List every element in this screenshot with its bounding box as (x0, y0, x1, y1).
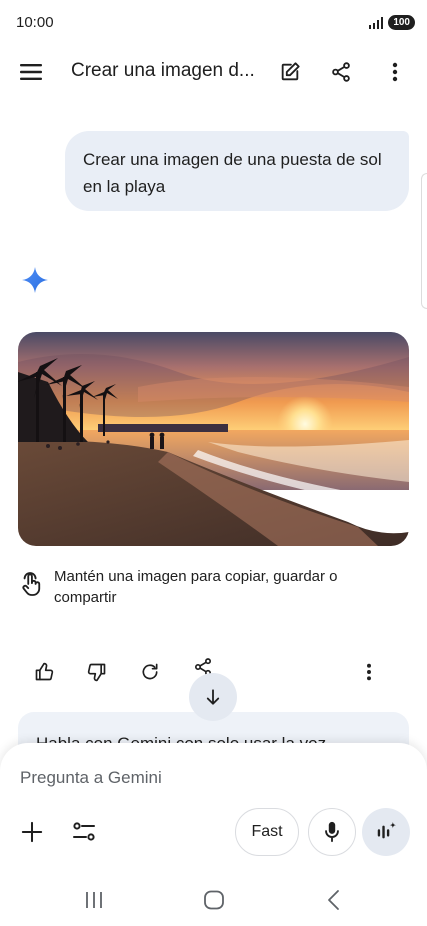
model-selector-button[interactable]: Fast (235, 808, 299, 856)
menu-icon (20, 64, 42, 80)
touch-hold-icon (20, 571, 42, 597)
regenerate-button[interactable] (130, 652, 170, 692)
microphone-icon (325, 821, 339, 843)
status-icons: 100 (368, 15, 415, 30)
more-vert-icon (367, 663, 371, 681)
home-icon (204, 890, 224, 910)
recent-apps-button[interactable] (82, 889, 106, 911)
user-message-bubble: Crear una imagen de una puesta de sol en… (65, 131, 409, 211)
scroll-to-bottom-button[interactable] (189, 673, 237, 721)
response-more-button[interactable] (349, 652, 389, 692)
more-vert-icon (392, 62, 398, 82)
menu-button[interactable] (11, 52, 51, 92)
signal-icon (369, 16, 384, 29)
edit-icon (281, 62, 300, 81)
battery-badge: 100 (388, 15, 415, 30)
add-attachment-button[interactable] (12, 812, 52, 852)
refresh-icon (142, 663, 158, 680)
back-button[interactable] (322, 889, 346, 911)
microphone-button[interactable] (308, 808, 356, 856)
like-button[interactable] (24, 652, 64, 692)
new-chat-button[interactable] (270, 52, 310, 92)
gemini-live-button[interactable] (362, 808, 410, 856)
tools-button[interactable] (64, 812, 104, 852)
live-audio-icon (377, 821, 397, 839)
plus-icon (21, 821, 43, 843)
back-icon (328, 890, 339, 910)
share-icon (332, 62, 350, 82)
prompt-input[interactable] (20, 768, 400, 788)
image-hint-text: Mantén una imagen para copiar, guardar o… (54, 568, 338, 606)
arrow-down-icon (206, 689, 220, 705)
thumbs-up-icon (35, 662, 54, 681)
share-button[interactable] (321, 52, 361, 92)
conversation-title: Crear una imagen d... (71, 60, 255, 81)
more-options-button[interactable] (375, 52, 415, 92)
scrollbar[interactable] (421, 173, 427, 309)
generated-image[interactable] (18, 332, 409, 546)
recent-apps-icon (86, 892, 102, 908)
thumbs-down-icon (87, 663, 106, 682)
home-button[interactable] (202, 889, 226, 911)
dislike-button[interactable] (77, 652, 117, 692)
status-time: 10:00 (16, 14, 54, 31)
tune-icon (73, 822, 95, 841)
gemini-sparkle-icon (22, 267, 48, 293)
